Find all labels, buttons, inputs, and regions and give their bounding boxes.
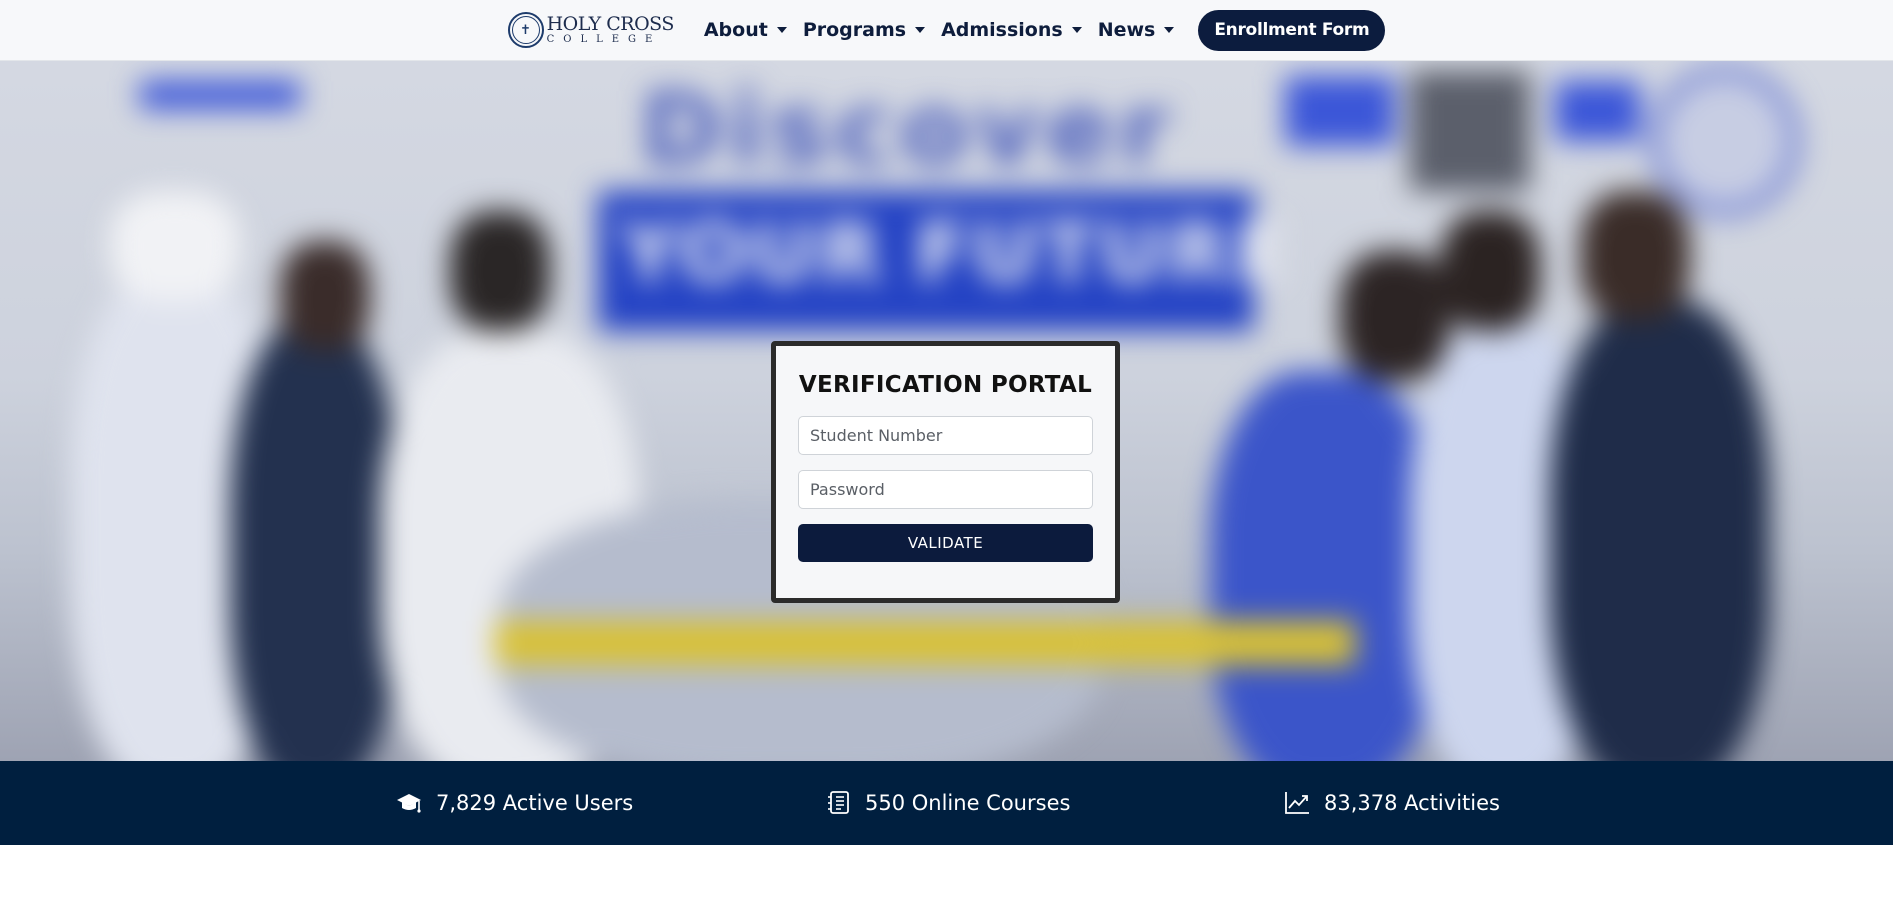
person-figure xyxy=(230,321,400,761)
brand-subtitle: COLLEGE xyxy=(546,34,662,45)
person-figure xyxy=(1210,371,1440,761)
nav-about-dropdown[interactable]: About xyxy=(704,19,787,41)
enrollment-form-button[interactable]: Enrollment Form xyxy=(1198,9,1386,51)
trend-chart-icon xyxy=(1285,792,1309,814)
verification-portal-card: VERIFICATION PORTAL VALIDATE xyxy=(771,341,1120,603)
brand-text: HOLY CROSS COLLEGE xyxy=(546,13,675,45)
chef-hat-figure xyxy=(110,191,240,301)
hero-blue-badge xyxy=(1285,76,1395,146)
nav-programs-label: Programs xyxy=(802,19,907,41)
college-logo[interactable]: HOLY CROSS COLLEGE xyxy=(507,12,675,48)
stat-online-courses: 550 Online Courses xyxy=(827,790,1070,816)
college-seal-icon xyxy=(507,12,544,48)
hero-banner: Discover YOUR FUTURE VERIFICATION PORTAL… xyxy=(0,61,1893,761)
person-figure xyxy=(1550,301,1770,761)
qr-code-image xyxy=(1410,71,1530,191)
hero-background-headline: Discover xyxy=(640,71,1176,188)
caret-down-icon xyxy=(1071,27,1082,33)
person-head-figure xyxy=(1440,211,1540,331)
nav-news-dropdown[interactable]: News xyxy=(1098,19,1175,41)
stat-activities: 83,378 Activities xyxy=(1284,791,1500,815)
graduation-cap-icon xyxy=(397,794,421,813)
person-head-figure xyxy=(280,241,370,351)
course-list-icon xyxy=(828,791,849,814)
hero-blue-badge xyxy=(1555,81,1640,141)
validate-button[interactable]: VALIDATE xyxy=(798,524,1093,562)
student-number-input[interactable] xyxy=(798,416,1093,455)
nav-news-label: News xyxy=(1097,19,1156,41)
password-input[interactable] xyxy=(798,470,1093,509)
nav-about-label: About xyxy=(703,19,768,41)
nav-admissions-dropdown[interactable]: Admissions xyxy=(941,19,1082,41)
stat-activities-text: 83,378 Activities xyxy=(1324,791,1500,815)
stat-active-users-text: 7,829 Active Users xyxy=(436,791,634,815)
person-head-figure xyxy=(1580,191,1690,321)
portal-title: VERIFICATION PORTAL xyxy=(798,372,1093,398)
person-head-figure xyxy=(450,211,550,331)
brand-name: HOLY CROSS xyxy=(546,13,675,35)
nav-admissions-label: Admissions xyxy=(941,19,1063,41)
stat-online-courses-text: 550 Online Courses xyxy=(865,791,1071,815)
hero-blue-badge xyxy=(140,81,300,109)
top-navbar: HOLY CROSS COLLEGE About Programs Admiss… xyxy=(0,0,1893,61)
stats-bar: 7,829 Active Users 550 Online Courses 83… xyxy=(0,761,1893,845)
nav-programs-dropdown[interactable]: Programs xyxy=(802,19,926,41)
stat-active-users: 7,829 Active Users xyxy=(396,791,633,815)
navbar-inner: HOLY CROSS COLLEGE About Programs Admiss… xyxy=(507,9,1386,51)
hero-band-headline: YOUR FUTURE xyxy=(620,206,1291,301)
caret-down-icon xyxy=(915,27,926,33)
hero-seal-image xyxy=(1650,66,1800,216)
caret-down-icon xyxy=(776,27,787,33)
person-head-figure xyxy=(1340,251,1450,381)
caret-down-icon xyxy=(1164,27,1175,33)
hero-yellow-banner xyxy=(495,621,1355,665)
